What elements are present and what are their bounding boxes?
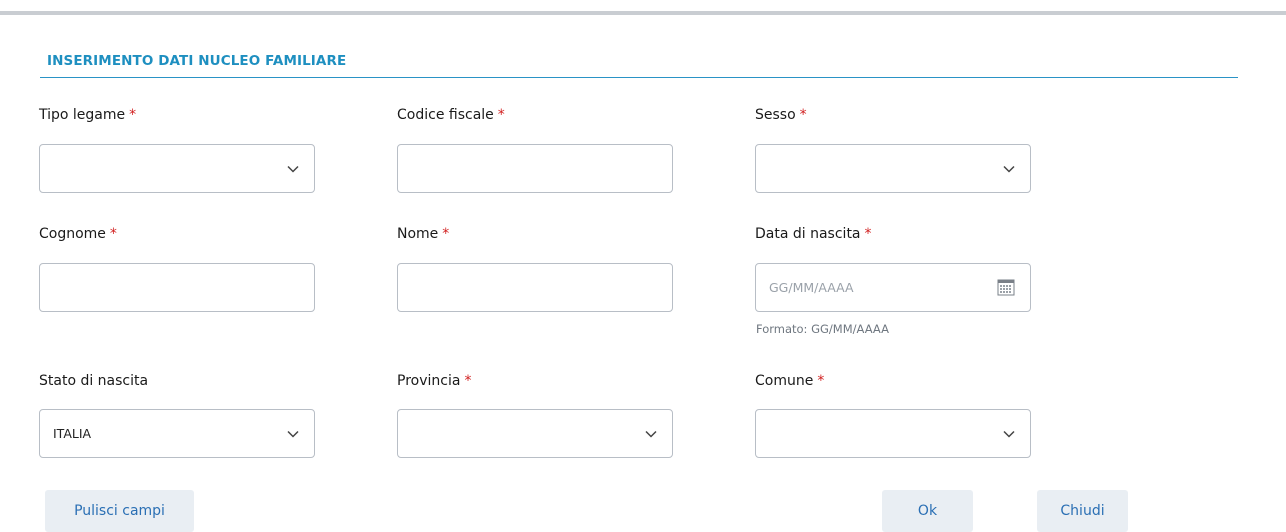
required-marker: * bbox=[817, 373, 825, 389]
cognome-label-text: Cognome bbox=[39, 226, 106, 242]
sesso-label-text: Sesso bbox=[755, 107, 796, 123]
data-nascita-input[interactable]: GG/MM/AAAA bbox=[755, 263, 1031, 312]
stato-nascita-label: Stato di nascita bbox=[39, 373, 148, 389]
section-underline bbox=[40, 77, 1238, 78]
tipo-legame-label-text: Tipo legame bbox=[39, 107, 126, 123]
required-marker: * bbox=[864, 226, 872, 242]
top-divider bbox=[0, 11, 1286, 15]
close-button[interactable]: Chiudi bbox=[1037, 490, 1128, 532]
codice-fiscale-label-text: Codice fiscale bbox=[397, 107, 494, 123]
sesso-label: Sesso * bbox=[755, 107, 807, 123]
required-marker: * bbox=[442, 226, 450, 242]
comune-label: Comune * bbox=[755, 373, 824, 389]
data-nascita-label: Data di nascita * bbox=[755, 226, 872, 242]
chevron-down-icon bbox=[1003, 430, 1015, 438]
stato-nascita-value: ITALIA bbox=[53, 426, 92, 441]
required-marker: * bbox=[129, 107, 137, 123]
sesso-select[interactable] bbox=[755, 144, 1031, 193]
chevron-down-icon bbox=[287, 165, 299, 173]
chevron-down-icon bbox=[645, 430, 657, 438]
tipo-legame-label: Tipo legame * bbox=[39, 107, 136, 123]
cognome-input[interactable] bbox=[39, 263, 315, 312]
cognome-label: Cognome * bbox=[39, 226, 117, 242]
chevron-down-icon bbox=[1003, 165, 1015, 173]
data-nascita-placeholder: GG/MM/AAAA bbox=[769, 280, 854, 295]
chevron-down-icon bbox=[287, 430, 299, 438]
comune-select[interactable] bbox=[755, 409, 1031, 458]
calendar-icon[interactable] bbox=[996, 277, 1016, 297]
provincia-select[interactable] bbox=[397, 409, 673, 458]
clear-fields-button[interactable]: Pulisci campi bbox=[45, 490, 194, 532]
ok-button[interactable]: Ok bbox=[882, 490, 973, 532]
codice-fiscale-input[interactable] bbox=[397, 144, 673, 193]
codice-fiscale-label: Codice fiscale * bbox=[397, 107, 505, 123]
required-marker: * bbox=[497, 107, 505, 123]
comune-label-text: Comune bbox=[755, 373, 814, 389]
nome-input[interactable] bbox=[397, 263, 673, 312]
required-marker: * bbox=[799, 107, 807, 123]
stato-nascita-select[interactable]: ITALIA bbox=[39, 409, 315, 458]
required-marker: * bbox=[109, 226, 117, 242]
provincia-label-text: Provincia bbox=[397, 373, 461, 389]
provincia-label: Provincia * bbox=[397, 373, 471, 389]
tipo-legame-select[interactable] bbox=[39, 144, 315, 193]
section-title: INSERIMENTO DATI NUCLEO FAMILIARE bbox=[47, 53, 347, 69]
data-nascita-label-text: Data di nascita bbox=[755, 226, 861, 242]
required-marker: * bbox=[464, 373, 472, 389]
nome-label: Nome * bbox=[397, 226, 449, 242]
stato-nascita-label-text: Stato di nascita bbox=[39, 373, 149, 389]
data-nascita-hint: Formato: GG/MM/AAAA bbox=[756, 322, 889, 336]
nome-label-text: Nome bbox=[397, 226, 439, 242]
